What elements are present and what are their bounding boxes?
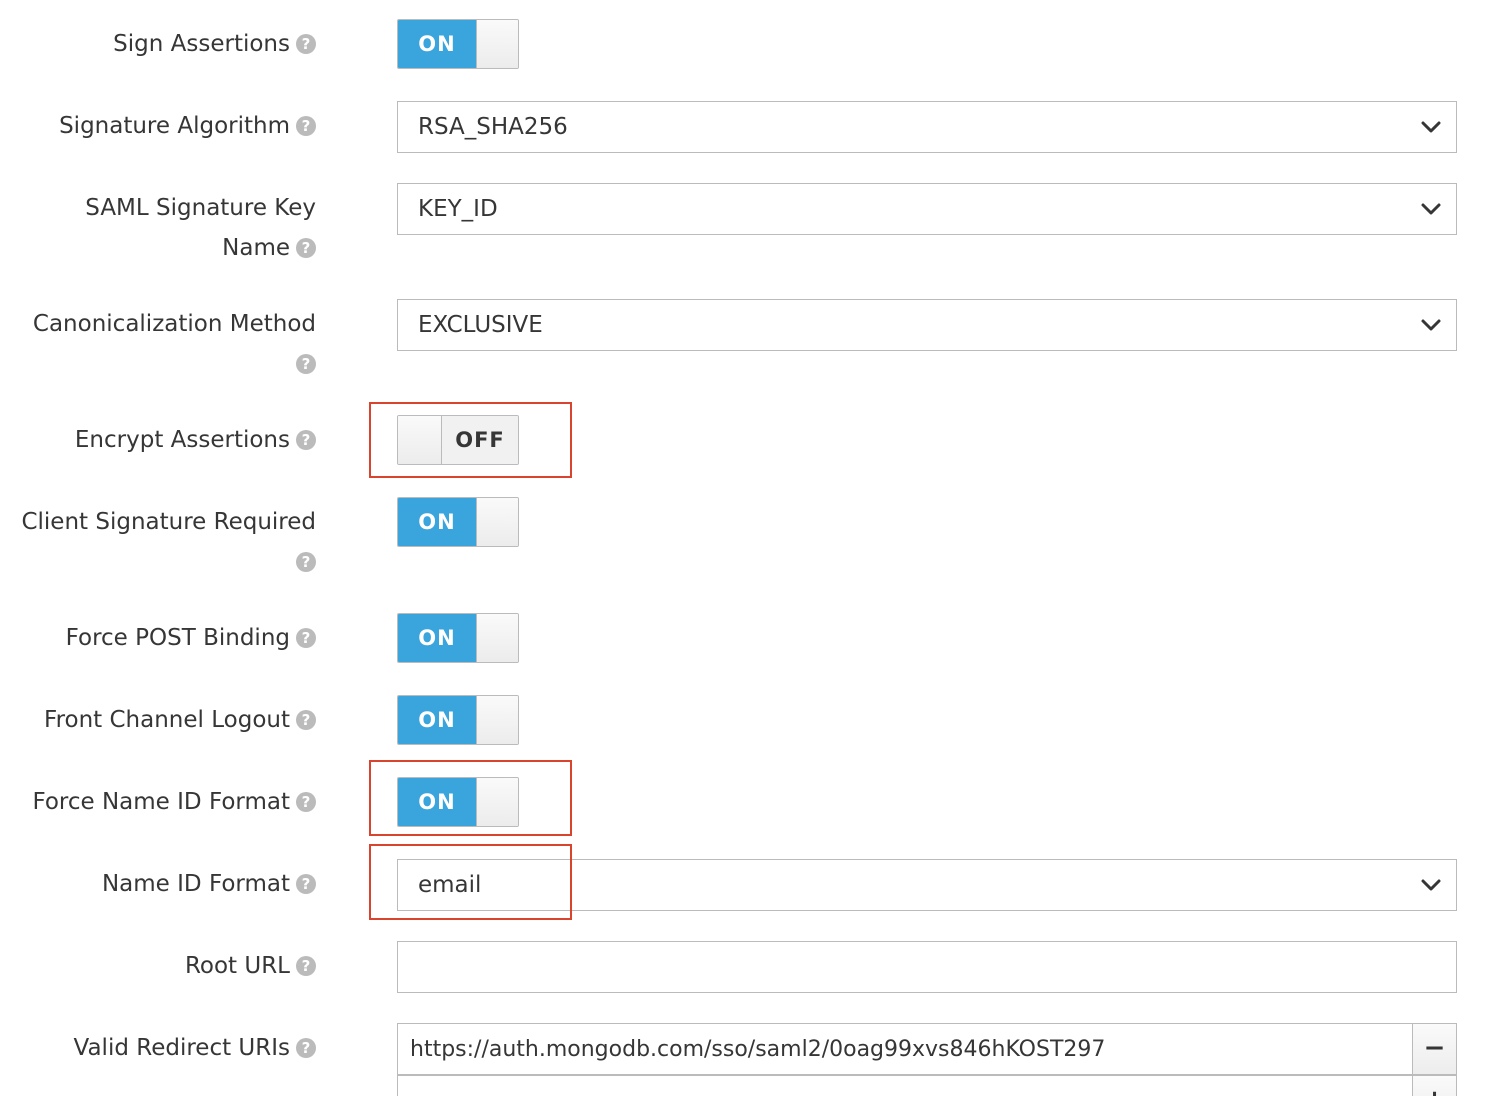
help-icon[interactable]: ? — [296, 552, 316, 572]
toggle-knob — [476, 778, 518, 826]
canonicalization-method-select[interactable]: EXCLUSIVE — [397, 299, 1457, 351]
toggle-state-label: ON — [398, 20, 476, 68]
help-icon[interactable]: ? — [296, 1038, 316, 1058]
help-icon[interactable]: ? — [296, 956, 316, 976]
row-front-channel-logout: Front Channel Logout? ON — [0, 695, 1486, 745]
saml-signature-key-name-label-line2: Name — [222, 235, 290, 261]
force-name-id-format-label-text: Force Name ID Format — [32, 789, 290, 815]
saml-signature-key-name-label: SAML Signature Key Name? — [16, 188, 316, 268]
row-client-signature-required: Client Signature Required ? ON — [0, 497, 1486, 587]
help-icon[interactable]: ? — [296, 238, 316, 258]
toggle-knob — [476, 696, 518, 744]
help-icon[interactable]: ? — [296, 34, 316, 54]
row-valid-redirect-uris: Valid Redirect URIs? − + — [0, 1023, 1486, 1096]
name-id-format-label-text: Name ID Format — [101, 871, 290, 897]
toggle-knob — [476, 614, 518, 662]
encrypt-assertions-toggle[interactable]: OFF — [397, 415, 519, 465]
row-root-url: Root URL? — [0, 941, 1486, 993]
valid-redirect-uris-label-text: Valid Redirect URIs — [73, 1035, 290, 1061]
chevron-down-icon — [1421, 879, 1441, 891]
row-saml-signature-key-name: SAML Signature Key Name? KEY_ID — [0, 183, 1486, 273]
front-channel-logout-label: Front Channel Logout? — [16, 700, 316, 740]
select-value: EXCLUSIVE — [418, 312, 543, 338]
help-icon[interactable]: ? — [296, 874, 316, 894]
chevron-down-icon — [1421, 203, 1441, 215]
root-url-input[interactable] — [397, 941, 1457, 993]
add-uri-button[interactable]: + — [1412, 1075, 1457, 1096]
toggle-knob — [476, 498, 518, 546]
client-signature-required-toggle[interactable]: ON — [397, 497, 519, 547]
saml-client-settings-form: Sign Assertions? ON Signature Algorithm?… — [0, 0, 1486, 1096]
signature-algorithm-label: Signature Algorithm? — [16, 106, 316, 146]
encrypt-assertions-label-text: Encrypt Assertions — [74, 427, 290, 453]
root-url-label: Root URL? — [16, 946, 316, 986]
sign-assertions-label: Sign Assertions? — [16, 24, 316, 64]
front-channel-logout-toggle[interactable]: ON — [397, 695, 519, 745]
saml-signature-key-name-select[interactable]: KEY_ID — [397, 183, 1457, 235]
help-icon[interactable]: ? — [296, 792, 316, 812]
name-id-format-select[interactable]: email — [397, 859, 1457, 911]
toggle-knob — [398, 416, 442, 464]
toggle-state-label: OFF — [442, 416, 518, 464]
select-value: RSA_SHA256 — [418, 114, 568, 140]
help-icon[interactable]: ? — [296, 628, 316, 648]
front-channel-logout-label-text: Front Channel Logout — [44, 707, 290, 733]
row-encrypt-assertions: Encrypt Assertions? OFF — [0, 415, 1486, 465]
select-value: KEY_ID — [418, 196, 498, 222]
toggle-state-label: ON — [398, 696, 476, 744]
help-icon[interactable]: ? — [296, 354, 316, 374]
select-value: email — [418, 872, 482, 898]
help-icon[interactable]: ? — [296, 710, 316, 730]
row-force-name-id-format: Force Name ID Format? ON — [0, 777, 1486, 827]
canonicalization-method-label-text: Canonicalization Method — [32, 311, 316, 337]
force-post-binding-label: Force POST Binding? — [16, 618, 316, 658]
force-post-binding-toggle[interactable]: ON — [397, 613, 519, 663]
sign-assertions-toggle[interactable]: ON — [397, 19, 519, 69]
saml-signature-key-name-label-line1: SAML Signature Key — [85, 195, 316, 221]
row-canonicalization-method: Canonicalization Method ? EXCLUSIVE — [0, 299, 1486, 389]
redirect-uri-input[interactable] — [397, 1023, 1413, 1075]
row-force-post-binding: Force POST Binding? ON — [0, 613, 1486, 663]
row-sign-assertions: Sign Assertions? ON — [0, 19, 1486, 69]
valid-redirect-uris-label: Valid Redirect URIs? — [16, 1028, 316, 1068]
help-icon[interactable]: ? — [296, 430, 316, 450]
signature-algorithm-label-text: Signature Algorithm — [59, 113, 290, 139]
root-url-label-text: Root URL — [184, 953, 290, 979]
remove-uri-button[interactable]: − — [1412, 1023, 1457, 1075]
toggle-state-label: ON — [398, 498, 476, 546]
client-signature-required-label: Client Signature Required ? — [0, 502, 316, 582]
name-id-format-label: Name ID Format? — [16, 864, 316, 904]
toggle-state-label: ON — [398, 614, 476, 662]
sign-assertions-label-text: Sign Assertions — [113, 31, 290, 57]
toggle-knob — [476, 20, 518, 68]
chevron-down-icon — [1421, 121, 1441, 133]
force-name-id-format-label: Force Name ID Format? — [16, 782, 316, 822]
force-name-id-format-toggle[interactable]: ON — [397, 777, 519, 827]
client-signature-required-label-text: Client Signature Required — [21, 509, 316, 535]
toggle-state-label: ON — [398, 778, 476, 826]
row-signature-algorithm: Signature Algorithm? RSA_SHA256 — [0, 101, 1486, 153]
chevron-down-icon — [1421, 319, 1441, 331]
help-icon[interactable]: ? — [296, 116, 316, 136]
row-name-id-format: Name ID Format? email — [0, 859, 1486, 911]
signature-algorithm-select[interactable]: RSA_SHA256 — [397, 101, 1457, 153]
force-post-binding-label-text: Force POST Binding — [65, 625, 290, 651]
new-redirect-uri-input[interactable] — [397, 1075, 1413, 1096]
canonicalization-method-label: Canonicalization Method ? — [16, 304, 316, 384]
encrypt-assertions-label: Encrypt Assertions? — [16, 420, 316, 460]
